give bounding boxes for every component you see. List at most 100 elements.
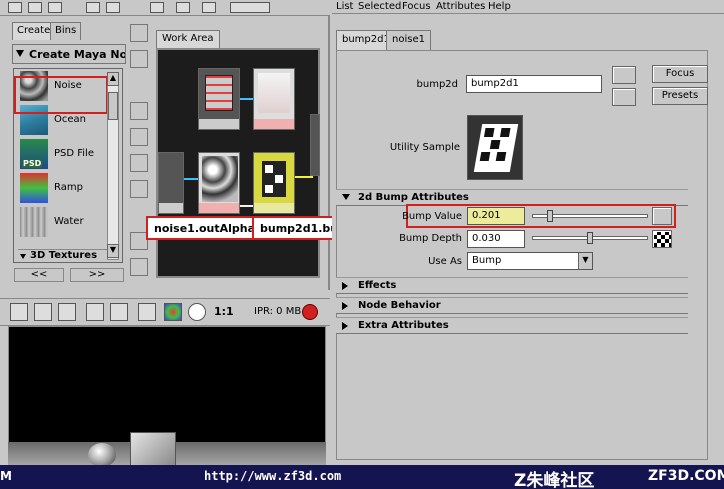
footer-brand: Z朱峰社区 <box>514 471 595 489</box>
noise-node[interactable] <box>198 152 240 214</box>
alpha-channel-icon[interactable] <box>188 303 206 321</box>
scroll-up-icon[interactable]: ▲ <box>107 72 119 86</box>
connection-line <box>240 205 253 207</box>
section-effects[interactable]: Effects <box>336 277 688 294</box>
map-texture-icon[interactable] <box>652 207 672 225</box>
presets-button[interactable]: Presets <box>652 87 708 105</box>
chevron-down-icon[interactable]: ▼ <box>578 253 592 269</box>
use-as-value: Bump <box>472 255 502 266</box>
bump-value-label: Bump Value <box>402 211 462 222</box>
menu-selected[interactable]: Selected <box>358 1 401 12</box>
graph-tool-icon[interactable] <box>130 180 148 198</box>
menu-help[interactable]: Help <box>488 1 511 12</box>
camera-icon[interactable] <box>58 303 76 321</box>
stop-icon[interactable] <box>302 304 318 320</box>
nav-next-button[interactable]: >> <box>70 268 124 282</box>
checker-map-icon[interactable] <box>652 230 672 248</box>
graph-tool-icon[interactable] <box>130 258 148 276</box>
bump2d-node[interactable] <box>253 152 295 214</box>
section-label: 3D Textures <box>30 250 98 261</box>
list-item-ramp[interactable]: Ramp <box>18 173 118 205</box>
clapper-icon[interactable] <box>34 303 52 321</box>
footer-left-text: M <box>0 469 12 483</box>
node-name-field[interactable]: bump2d1 <box>466 75 602 93</box>
tab-noise1[interactable]: noise1 <box>386 30 431 50</box>
toolbar-button-icon[interactable] <box>28 2 42 13</box>
create-nodes-header[interactable]: Create Maya Nodes <box>12 44 126 64</box>
dropdown-arrow-icon[interactable] <box>16 50 24 57</box>
partial-node[interactable] <box>158 152 184 214</box>
toolbar-button-icon[interactable] <box>202 2 216 13</box>
expand-arrow-icon <box>342 322 348 330</box>
connection-line <box>184 178 198 180</box>
section-label: Extra Attributes <box>358 320 449 331</box>
clapper-icon[interactable] <box>10 303 28 321</box>
file-node[interactable] <box>253 68 295 130</box>
zoom-ratio[interactable]: 1:1 <box>214 305 234 318</box>
connection-line <box>240 98 253 100</box>
footer-banner <box>0 465 724 489</box>
toolbar-button-icon[interactable] <box>176 2 190 13</box>
section-extra-attributes[interactable]: Extra Attributes <box>336 317 688 334</box>
list-item-label: PSD File <box>54 148 94 159</box>
list-item-label: Ocean <box>54 114 86 125</box>
tab-work-area[interactable]: Work Area <box>156 30 220 48</box>
section-3d-textures[interactable]: 3D Textures <box>18 249 118 262</box>
toolbar-button-icon[interactable] <box>8 2 22 13</box>
scroll-down-icon[interactable]: ▼ <box>107 244 119 258</box>
toolbar-button-icon[interactable] <box>106 2 120 13</box>
use-as-select[interactable]: Bump ▼ <box>467 252 593 270</box>
footer-site: ZF3D.COM <box>648 468 724 484</box>
list-item-water[interactable]: Water <box>18 207 118 239</box>
tab-create[interactable]: Create <box>12 22 56 40</box>
ipr-status: IPR: 0 MB <box>254 306 302 317</box>
input-connection-icon[interactable] <box>612 66 636 84</box>
noise-swatch-icon <box>202 156 238 202</box>
tab-bins[interactable]: Bins <box>50 22 82 40</box>
bump-depth-field[interactable]: 0.030 <box>467 230 525 248</box>
use-as-label: Use As <box>428 256 462 267</box>
section-label: Node Behavior <box>358 300 441 311</box>
ramp-swatch-icon <box>20 173 48 203</box>
render-sphere <box>88 443 116 467</box>
node-swatch-icon <box>205 75 233 111</box>
utility-sample-swatch <box>467 115 523 180</box>
output-connection-icon[interactable] <box>612 88 636 106</box>
scroll-thumb[interactable] <box>108 92 118 120</box>
list-item-psd-file[interactable]: PSD PSD File <box>18 139 118 171</box>
rgb-channel-icon[interactable] <box>164 303 182 321</box>
bump-value-field[interactable]: 0.201 <box>467 207 525 225</box>
partial-node[interactable] <box>310 114 320 176</box>
place2d-node[interactable] <box>198 68 240 130</box>
section-label: Effects <box>358 280 397 291</box>
focus-button[interactable]: Focus <box>652 65 708 83</box>
menu-attributes[interactable]: Attributes <box>436 1 485 12</box>
clapper-icon[interactable] <box>138 303 156 321</box>
graph-tool-icon[interactable] <box>130 102 148 120</box>
graph-tool-icon[interactable] <box>130 128 148 146</box>
footer-url: http://www.zf3d.com <box>204 469 342 483</box>
menu-list[interactable]: List <box>336 1 353 12</box>
grid-icon[interactable] <box>130 50 148 68</box>
grid-icon[interactable] <box>130 24 148 42</box>
bump-value-slider-knob[interactable] <box>547 210 554 222</box>
ipr-icon[interactable] <box>86 303 104 321</box>
list-item-label: Water <box>54 216 84 227</box>
collapse-arrow-icon <box>342 194 350 200</box>
node-type-label: bump2d <box>416 79 458 90</box>
section-node-behavior[interactable]: Node Behavior <box>336 297 688 314</box>
bump-depth-slider-knob[interactable] <box>587 232 593 244</box>
toolbar-button-icon[interactable] <box>150 2 164 13</box>
noise-highlight-box <box>14 76 108 114</box>
menu-focus[interactable]: Focus <box>402 1 431 12</box>
playback-button-icon[interactable] <box>230 2 270 13</box>
refresh-icon[interactable] <box>110 303 128 321</box>
expand-arrow-icon <box>342 302 348 310</box>
tooltip-source-attr: noise1.outAlpha <box>146 216 264 240</box>
psd-file-swatch-icon: PSD <box>20 139 48 169</box>
toolbar-button-icon[interactable] <box>48 2 62 13</box>
nav-prev-button[interactable]: << <box>14 268 64 282</box>
graph-tool-icon[interactable] <box>130 154 148 172</box>
toolbar-button-icon[interactable] <box>86 2 100 13</box>
node-swatch-icon <box>258 73 290 113</box>
